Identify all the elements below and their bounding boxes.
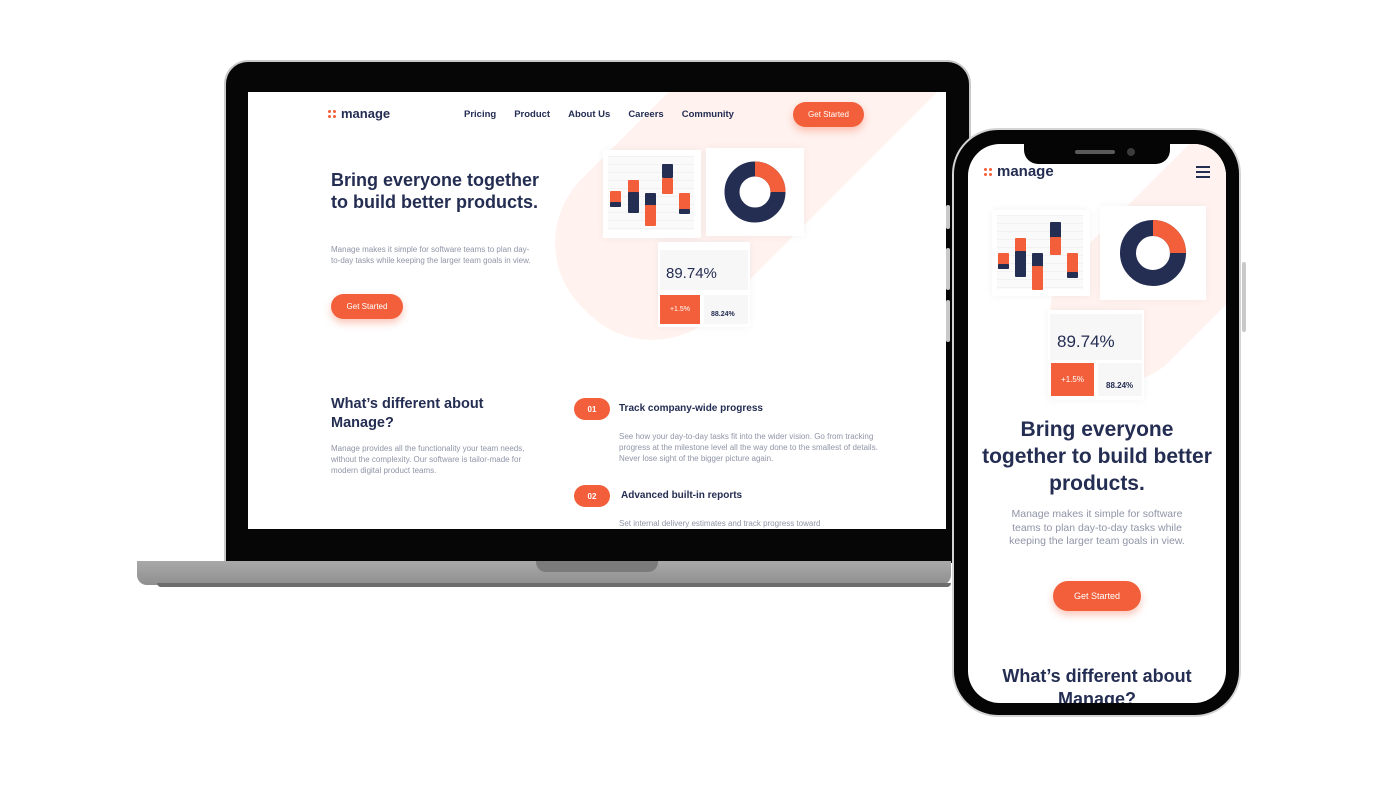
stats-card: 89.74% +1.5% 88.24% [658, 242, 750, 327]
logo[interactable]: manage [328, 106, 390, 121]
hero-get-started-button[interactable]: Get Started [331, 294, 403, 319]
donut-chart-card [1100, 206, 1206, 300]
donut-chart [1120, 220, 1186, 286]
stat-change-badge: +1.5% [1051, 363, 1094, 396]
feature-1-title: Track company-wide progress [619, 403, 763, 414]
phone-volume-up-button [946, 248, 950, 290]
stat-change-badge: +1.5% [660, 295, 700, 324]
phone-power-button [1242, 262, 1246, 332]
different-description: Manage provides all the functionality yo… [331, 444, 525, 475]
bar-chart-card [992, 210, 1090, 296]
feature-2-description: Set internal delivery estimates and trac… [619, 519, 821, 528]
laptop-hinge-notch [536, 561, 658, 572]
mobile-hero-description: Manage makes it simple for software team… [1009, 508, 1185, 547]
hero-title: Bring everyone together to build better … [331, 170, 540, 212]
stat-secondary-value: 88.24% [1106, 381, 1134, 390]
stat-secondary-value: 88.24% [711, 311, 735, 318]
feature-1-number: 01 [574, 398, 610, 420]
feature-2-title: Advanced built-in reports [621, 490, 743, 501]
nav-pricing[interactable]: Pricing [464, 109, 496, 120]
stat-main-value: 89.74% [1057, 332, 1115, 351]
stat-main-value: 89.74% [666, 265, 717, 282]
logo-dots-icon [984, 167, 992, 176]
hero-description: Manage makes it simple for software team… [331, 245, 531, 265]
mobile-logo[interactable]: manage [984, 163, 1054, 180]
phone-speaker [1075, 150, 1115, 154]
different-title: What’s different about Manage? [331, 396, 484, 431]
hamburger-menu-icon[interactable] [1196, 166, 1210, 178]
nav-community[interactable]: Community [682, 109, 734, 120]
nav-get-started-button[interactable]: Get Started [793, 102, 864, 127]
nav-careers[interactable]: Careers [628, 109, 663, 120]
mobile-site: manage 89.74% +1.5% 88.24% Bring everyon… [968, 144, 1226, 703]
phone-camera [1127, 148, 1135, 156]
feature-2-number: 02 [574, 485, 610, 507]
logo-text: manage [341, 106, 391, 121]
laptop-base-edge [157, 583, 951, 587]
desktop-site: manage Pricing Product About Us Careers … [248, 92, 946, 529]
nav-product[interactable]: Product [514, 109, 550, 120]
donut-chart [724, 161, 786, 223]
main-nav: Pricing Product About Us Careers Communi… [464, 109, 752, 120]
logo-dots-icon [328, 109, 336, 118]
logo-text: manage [997, 163, 1054, 180]
phone-volume-down-button [946, 300, 950, 342]
bar-chart-card [603, 150, 701, 238]
mobile-hero-title: Bring everyone together to build better … [982, 418, 1212, 495]
nav-about-us[interactable]: About Us [568, 109, 610, 120]
mobile-different-title: What’s different about Manage? [1002, 666, 1192, 703]
phone-side-button [946, 205, 950, 229]
donut-chart-card [706, 148, 804, 236]
mobile-get-started-button[interactable]: Get Started [1053, 581, 1141, 611]
stats-card: 89.74% +1.5% 88.24% [1048, 310, 1144, 400]
feature-1-description: See how your day-to-day tasks fit into t… [619, 432, 878, 463]
